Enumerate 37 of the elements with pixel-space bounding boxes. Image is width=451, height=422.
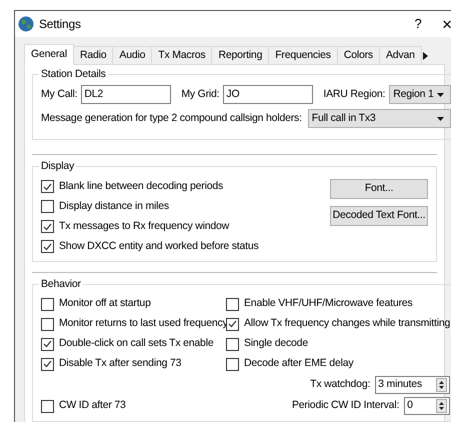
close-button[interactable]: ×	[439, 16, 451, 32]
field-label: Message generation for type 2 compound callsign holders:	[41, 110, 302, 126]
checkbox-label: Blank line between decoding periods	[59, 178, 224, 194]
tab[interactable]: General	[24, 44, 74, 65]
field-label: IARU Region:	[323, 86, 386, 102]
checkbox-label: Tx messages to Rx frequency window	[59, 218, 230, 234]
checkbox-label: Disable Tx after sending 73	[59, 356, 182, 372]
message-dropdown[interactable]: Full call in Tx3	[308, 109, 451, 128]
font-button[interactable]: Decoded Text Font...	[330, 206, 428, 226]
checkbox-label: Show DXCC entity and worked before status	[59, 238, 259, 254]
group-title: Behavior	[40, 276, 82, 292]
checkbox-label: Display distance in miles	[59, 198, 169, 214]
field-label: Periodic CW ID Interval:	[292, 398, 400, 414]
region-dropdown[interactable]: Region 1	[389, 85, 451, 104]
help-button[interactable]: ?	[407, 14, 429, 34]
spin-box[interactable]: 3 minutes	[375, 376, 450, 394]
checkbox-label: Single decode	[244, 336, 308, 352]
tab[interactable]: Advan	[378, 46, 422, 65]
checkbox-label: Double-click on call sets Tx enable	[59, 336, 214, 352]
field-label: My Call:	[41, 86, 78, 102]
field-label: Tx watchdog:	[310, 376, 370, 392]
font-button[interactable]: Font...	[330, 178, 428, 198]
window-title: Settings	[39, 16, 81, 33]
grid-field[interactable]: JO	[223, 85, 314, 104]
spin-value: 0	[406, 398, 414, 414]
group-title: Display	[40, 158, 76, 174]
spin-box[interactable]: 0	[404, 397, 450, 416]
spin-value: 3 minutes	[377, 376, 423, 392]
checkbox-label: Monitor off at startup	[59, 296, 151, 312]
checkbox-label: CW ID after 73	[59, 398, 126, 414]
group-title: Station Details	[40, 67, 107, 82]
checkbox-label: Allow Tx frequency changes while transmitting	[244, 316, 450, 332]
checkbox-label: Decode after EME delay	[244, 356, 354, 372]
field-label: My Grid:	[181, 86, 220, 102]
checkbox-label: Enable VHF/UHF/Microwave features	[244, 296, 412, 312]
checkbox-label: Monitor returns to last used frequency	[59, 316, 228, 332]
call-field[interactable]: DL2	[81, 85, 172, 104]
